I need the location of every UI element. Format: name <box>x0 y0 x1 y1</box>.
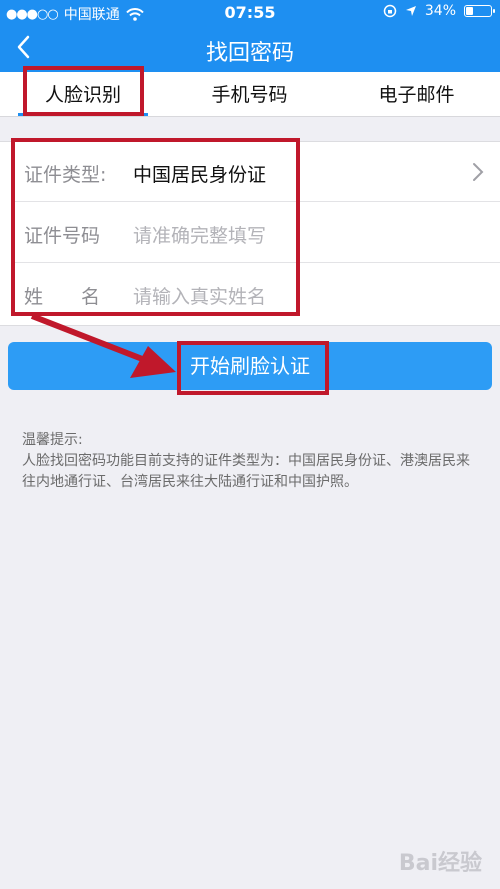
watermark-logo: Bai经验 <box>398 851 482 876</box>
annotation-arrow <box>30 313 176 378</box>
